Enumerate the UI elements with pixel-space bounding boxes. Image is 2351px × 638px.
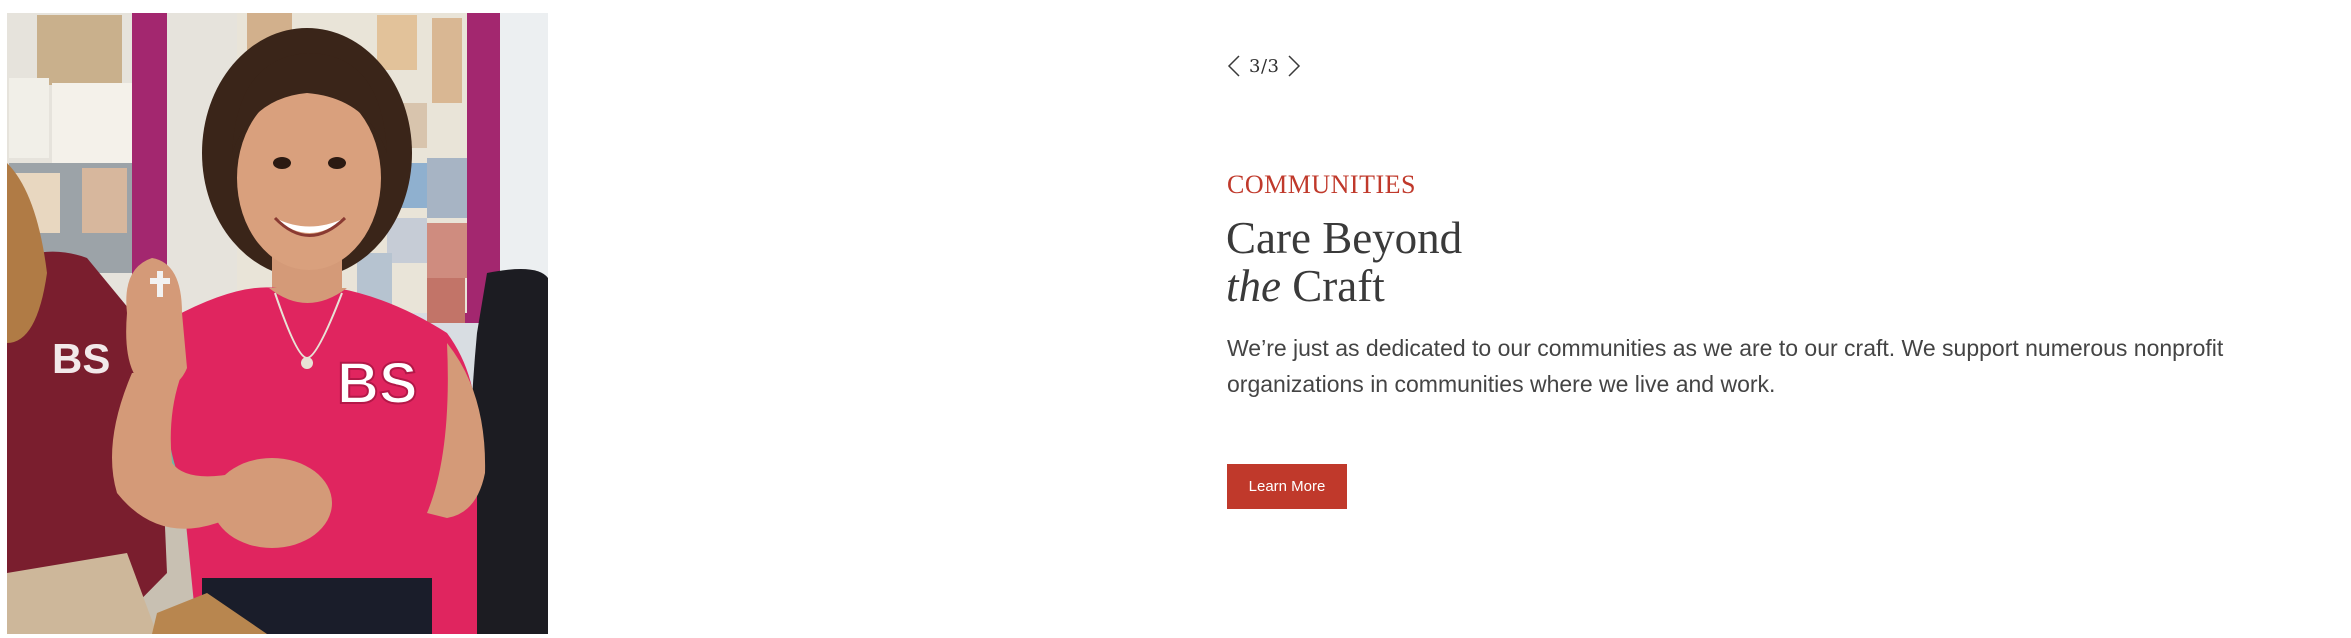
learn-more-button[interactable]: Learn More: [1227, 464, 1347, 509]
headline-line-1: Care Beyond: [1226, 213, 1463, 263]
slide-photo: BS BS: [7, 13, 548, 634]
section-eyebrow: COMMUNITIES: [1227, 170, 1416, 199]
headline-italic-word: the: [1226, 261, 1281, 311]
svg-text:BS: BS: [337, 351, 418, 416]
next-slide-button[interactable]: [1285, 52, 1303, 80]
photo-illustration: BS BS: [7, 13, 548, 634]
slide-counter: 3/3: [1249, 55, 1280, 77]
slide-body: We’re just as dedicated to our communiti…: [1227, 335, 2224, 397]
chevron-left-icon: [1227, 55, 1240, 77]
svg-text:BS: BS: [52, 335, 110, 382]
slide: BS BS 3/3 COMMUNITIES Care Beyond the Cr…: [0, 0, 2351, 638]
slide-headline: Care Beyond the Craft: [1226, 214, 1462, 310]
headline-line-2: Craft: [1280, 261, 1385, 311]
slide-pager: 3/3: [1225, 52, 1303, 80]
chevron-right-icon: [1288, 55, 1301, 77]
prev-slide-button[interactable]: [1225, 52, 1243, 80]
